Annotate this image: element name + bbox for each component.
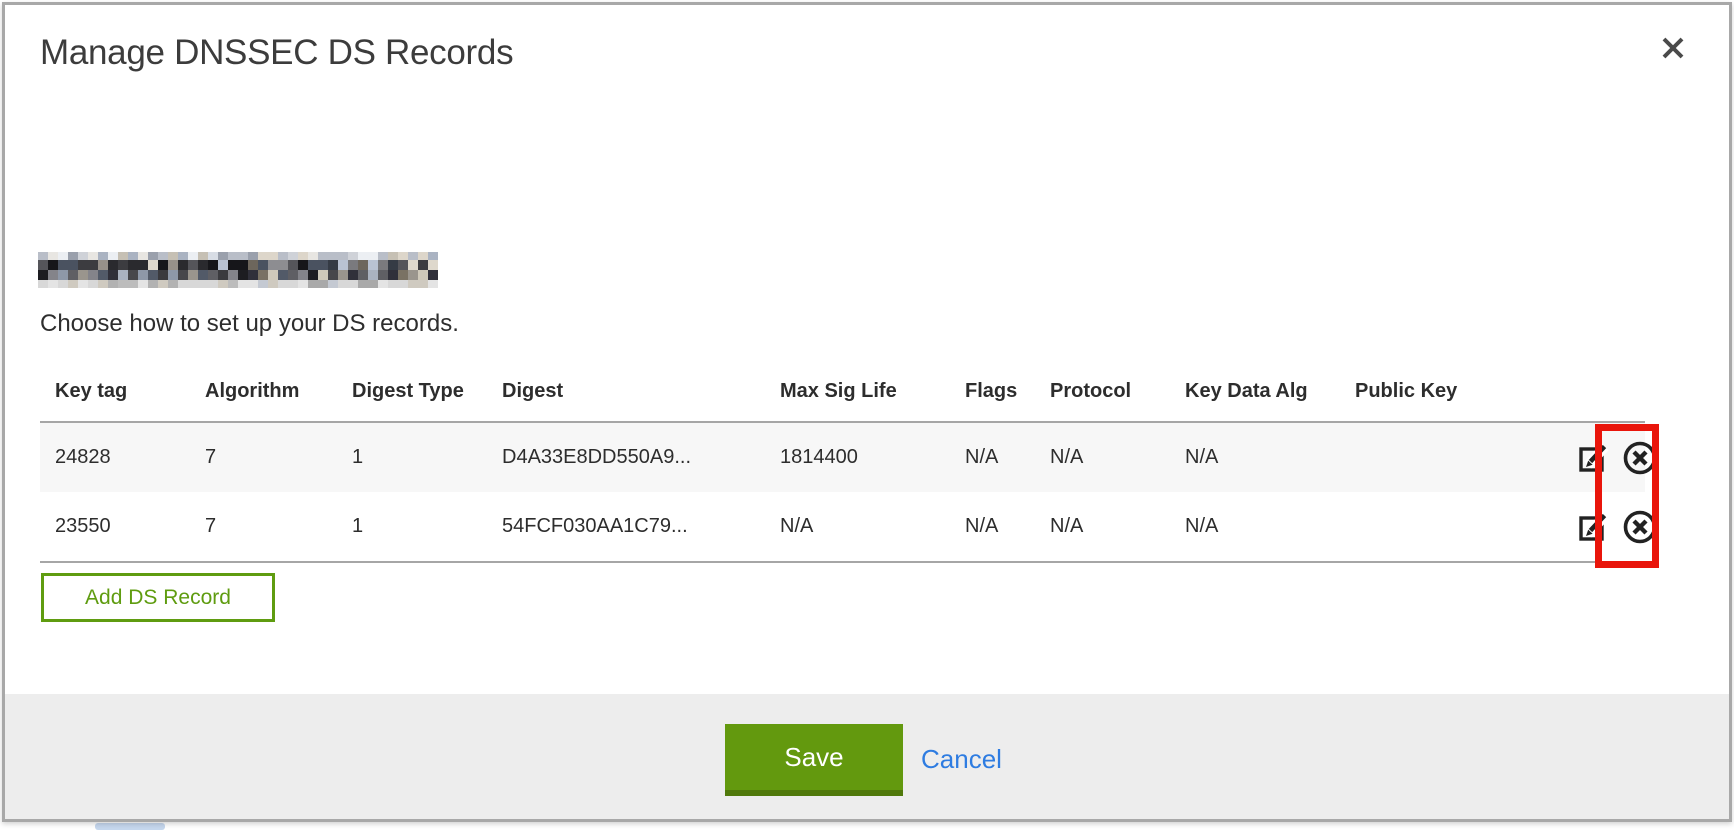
close-x-icon: [1655, 30, 1691, 66]
cell-key-data-alg: N/A: [1170, 492, 1340, 562]
cell-key-tag: 24828: [40, 422, 190, 492]
col-header-digest: Digest: [487, 365, 765, 422]
redacted-domain-name: [38, 252, 438, 288]
edit-pencil-square-icon: [1575, 439, 1613, 477]
cell-actions: [1560, 422, 1645, 492]
cell-protocol: N/A: [1035, 492, 1170, 562]
col-header-max-sig-life: Max Sig Life: [765, 365, 950, 422]
col-header-flags: Flags: [950, 365, 1035, 422]
ds-records-table: Key tag Algorithm Digest Type Digest Max…: [40, 365, 1645, 563]
cell-max-sig-life: N/A: [765, 492, 950, 562]
dialog-title: Manage DNSSEC DS Records: [40, 33, 513, 73]
table-header-row: Key tag Algorithm Digest Type Digest Max…: [40, 365, 1645, 422]
cell-key-tag: 23550: [40, 492, 190, 562]
cell-max-sig-life: 1814400: [765, 422, 950, 492]
cell-actions: [1560, 492, 1645, 562]
dialog-footer: Save Cancel: [5, 694, 1729, 819]
cell-algorithm: 7: [190, 492, 337, 562]
col-header-actions: [1560, 365, 1645, 422]
cell-digest: D4A33E8DD550A9...: [487, 422, 765, 492]
circle-x-delete-icon: [1621, 508, 1659, 546]
cell-digest: 54FCF030AA1C79...: [487, 492, 765, 562]
table-row: 23550 7 1 54FCF030AA1C79... N/A N/A N/A …: [40, 492, 1645, 562]
col-header-key-data-alg: Key Data Alg: [1170, 365, 1340, 422]
close-icon[interactable]: [1655, 30, 1691, 66]
col-header-digest-type: Digest Type: [337, 365, 487, 422]
delete-record-button[interactable]: [1621, 439, 1659, 477]
col-header-algorithm: Algorithm: [190, 365, 337, 422]
cell-digest-type: 1: [337, 422, 487, 492]
edit-record-button[interactable]: [1575, 508, 1613, 546]
add-ds-record-button[interactable]: Add DS Record: [41, 573, 275, 622]
circle-x-delete-icon: [1621, 439, 1659, 477]
cell-flags: N/A: [950, 422, 1035, 492]
table-row: 24828 7 1 D4A33E8DD550A9... 1814400 N/A …: [40, 422, 1645, 492]
col-header-key-tag: Key tag: [40, 365, 190, 422]
col-header-protocol: Protocol: [1035, 365, 1170, 422]
col-header-public-key: Public Key: [1340, 365, 1560, 422]
edit-record-button[interactable]: [1575, 439, 1613, 477]
cell-protocol: N/A: [1035, 422, 1170, 492]
cancel-link[interactable]: Cancel: [921, 744, 1002, 775]
cell-key-data-alg: N/A: [1170, 422, 1340, 492]
background-page-fragment: [95, 823, 165, 830]
save-button[interactable]: Save: [725, 724, 903, 796]
cell-public-key: [1340, 492, 1560, 562]
setup-instruction-text: Choose how to set up your DS records.: [40, 310, 459, 338]
delete-record-button[interactable]: [1621, 508, 1659, 546]
manage-dnssec-ds-records-dialog: Manage DNSSEC DS Records Choose how to s…: [2, 2, 1732, 822]
cell-flags: N/A: [950, 492, 1035, 562]
cell-digest-type: 1: [337, 492, 487, 562]
cell-algorithm: 7: [190, 422, 337, 492]
cell-public-key: [1340, 422, 1560, 492]
edit-pencil-square-icon: [1575, 508, 1613, 546]
